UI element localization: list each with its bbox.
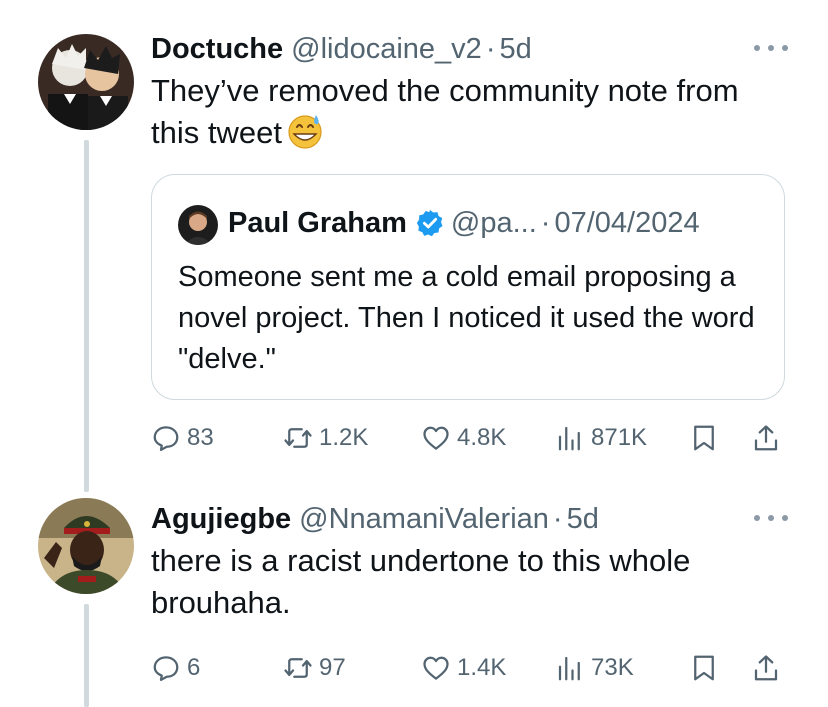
heart-icon — [423, 656, 449, 680]
quoted-tweet[interactable]: Paul Graham @pa... · 07/04/2024 Someone … — [151, 174, 785, 400]
retweet-button[interactable]: 1.2K — [283, 418, 368, 458]
thread-line — [84, 604, 89, 707]
share-icon — [754, 655, 778, 681]
timestamp[interactable]: 5d — [499, 33, 531, 66]
quoted-header: Paul Graham @pa... · 07/04/2024 — [228, 203, 700, 243]
retweet-icon — [284, 428, 312, 448]
timestamp[interactable]: 5d — [567, 503, 599, 536]
views-button[interactable]: 73K — [555, 648, 634, 688]
share-button[interactable] — [751, 648, 781, 688]
view-count: 73K — [591, 654, 634, 681]
share-icon — [754, 425, 778, 451]
reply-icon — [153, 656, 179, 681]
like-button[interactable]: 1.4K — [421, 648, 506, 688]
reply-icon — [153, 426, 179, 451]
tweet-body: Doctuche @lidocaine_v2 · 5d They’ve remo… — [151, 30, 788, 451]
more-icon[interactable] — [754, 504, 788, 532]
tweet-actions: 6 97 1.4K 73K — [151, 648, 788, 688]
retweet-button[interactable]: 97 — [283, 648, 346, 688]
share-button[interactable] — [751, 418, 781, 458]
user-handle[interactable]: @lidocaine_v2 — [291, 33, 482, 66]
retweet-count: 1.2K — [319, 424, 369, 451]
avatar[interactable] — [38, 498, 134, 594]
tweet-header: Doctuche @lidocaine_v2 · 5d — [151, 30, 788, 68]
quoted-handle[interactable]: @pa... — [451, 207, 537, 240]
like-count: 1.4K — [457, 654, 507, 681]
views-icon — [558, 426, 580, 451]
tweet-header: Agujiegbe @NnamaniValerian · 5d — [151, 500, 788, 538]
separator-dot: · — [485, 32, 496, 65]
display-name[interactable]: Agujiegbe — [151, 503, 291, 536]
bookmark-button[interactable] — [689, 418, 719, 458]
avatar[interactable] — [38, 34, 134, 130]
reply-count: 6 — [187, 654, 201, 681]
quoted-avatar[interactable] — [178, 205, 218, 245]
quoted-text: Someone sent me a cold email proposing a… — [178, 261, 755, 375]
retweet-count: 97 — [319, 654, 346, 681]
verified-badge-icon — [416, 209, 443, 237]
more-icon[interactable] — [754, 34, 788, 62]
bookmark-icon — [694, 425, 714, 451]
tweet-text: there is a racist undertone to this whol… — [151, 543, 691, 620]
bookmark-button[interactable] — [689, 648, 719, 688]
view-count: 871K — [591, 424, 648, 451]
quoted-display-name[interactable]: Paul Graham — [228, 207, 407, 240]
thread-line — [84, 140, 89, 492]
separator-dot: · — [552, 502, 563, 535]
quoted-date[interactable]: 07/04/2024 — [554, 207, 699, 240]
tweet-text: They’ve removed the community note from … — [151, 70, 788, 154]
tweet-text-content: They’ve removed the community note from … — [151, 73, 739, 150]
views-icon — [558, 656, 580, 681]
separator-dot: · — [540, 206, 551, 239]
display-name[interactable]: Doctuche — [151, 33, 283, 66]
reply-button[interactable]: 83 — [151, 418, 214, 458]
tweet-actions: 83 1.2K 4.8K 871K — [151, 418, 788, 458]
like-count: 4.8K — [457, 424, 507, 451]
grinning-sweat-emoji — [288, 115, 322, 149]
heart-icon — [423, 426, 449, 450]
reply-button[interactable]: 6 — [151, 648, 200, 688]
reply-count: 83 — [187, 424, 214, 451]
views-button[interactable]: 871K — [555, 418, 647, 458]
tweet[interactable]: Agujiegbe @NnamaniValerian · 5d there is… — [0, 490, 828, 707]
tweet-body: Agujiegbe @NnamaniValerian · 5d there is… — [151, 500, 788, 681]
like-button[interactable]: 4.8K — [421, 418, 506, 458]
retweet-icon — [284, 658, 312, 678]
user-handle[interactable]: @NnamaniValerian — [299, 503, 549, 536]
bookmark-icon — [694, 655, 714, 681]
tweet[interactable]: Doctuche @lidocaine_v2 · 5d They’ve remo… — [0, 0, 828, 492]
